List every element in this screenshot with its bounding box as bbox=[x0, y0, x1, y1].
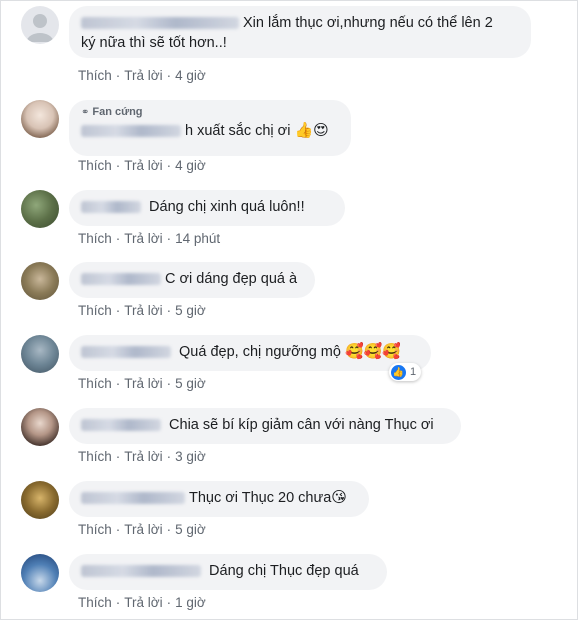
comment-time[interactable]: 4 giờ bbox=[175, 158, 206, 173]
avatar[interactable] bbox=[21, 100, 59, 138]
author-name-blurred[interactable] bbox=[81, 565, 201, 578]
comment-bubble: C ơi dáng đẹp quá à bbox=[69, 262, 315, 298]
comment-text: Quá đẹp, chị ngưỡng mộ bbox=[179, 344, 341, 360]
like-link[interactable]: Thích bbox=[78, 231, 112, 246]
comment-actions: Thích · Trả lời · 14 phút bbox=[78, 231, 221, 246]
like-link[interactable]: Thích bbox=[78, 303, 112, 318]
comment-time[interactable]: 3 giờ bbox=[175, 449, 206, 464]
thumbs-up-icon: 👍 bbox=[391, 364, 406, 380]
comment-bubble: Xin lắm thục ơi,nhưng nếu có thể lên 2 k… bbox=[69, 6, 531, 58]
comment-actions: Thích · Trả lời · 4 giờ bbox=[78, 68, 206, 83]
like-link[interactable]: Thích bbox=[78, 449, 112, 464]
comment-time[interactable]: 4 giờ bbox=[175, 68, 206, 83]
comment-text: C ơi dáng đẹp quá à bbox=[165, 271, 298, 287]
avatar[interactable] bbox=[21, 190, 59, 228]
comment-text: ký nữa thì sẽ tốt hơn..! bbox=[81, 35, 227, 51]
comment-actions: Thích · Trả lời · 5 giờ bbox=[78, 303, 206, 318]
author-name-blurred[interactable] bbox=[81, 346, 171, 359]
comment-bubble: Thục ơi Thục 20 chưa😘 bbox=[69, 481, 369, 517]
like-link[interactable]: Thích bbox=[78, 595, 112, 610]
reply-link[interactable]: Trả lời bbox=[124, 303, 162, 318]
emoji: 😘 bbox=[331, 489, 347, 506]
avatar[interactable] bbox=[21, 408, 59, 446]
author-name-blurred[interactable] bbox=[81, 17, 239, 30]
comment-text: Xin lắm thục ơi,nhưng nếu có thể lên 2 bbox=[243, 15, 493, 31]
avatar[interactable] bbox=[21, 262, 59, 300]
comment-bubble: Chia sẽ bí kíp giảm cân với nàng Thục ơi bbox=[69, 408, 461, 444]
avatar[interactable] bbox=[21, 481, 59, 519]
reply-link[interactable]: Trả lời bbox=[124, 158, 162, 173]
comment-time[interactable]: 14 phút bbox=[175, 231, 220, 246]
comment-bubble: Dáng chị xinh quá luôn!! bbox=[69, 190, 345, 226]
comment-text: Thục ơi Thục 20 chưa bbox=[189, 490, 332, 506]
comment-time[interactable]: 5 giờ bbox=[175, 303, 206, 318]
comment-actions: Thích · Trả lời · 5 giờ bbox=[78, 522, 206, 537]
comment-bubble: Dáng chị Thục đẹp quá bbox=[69, 554, 387, 590]
comment-actions: Thích · Trả lời · 3 giờ bbox=[78, 449, 206, 464]
comments-panel: Xin lắm thục ơi,nhưng nếu có thể lên 2 k… bbox=[0, 0, 578, 620]
like-link[interactable]: Thích bbox=[78, 376, 112, 391]
comment-actions: Thích · Trả lời · 5 giờ bbox=[78, 376, 206, 391]
comment-bubble: ⚭ Fan cứng h xuất sắc chị ơi 👍😍 bbox=[69, 100, 351, 156]
comment-actions: Thích · Trả lời · 4 giờ bbox=[78, 158, 206, 173]
comment-text: h xuất sắc chị ơi bbox=[185, 123, 291, 139]
author-name-blurred[interactable] bbox=[81, 492, 185, 505]
emoji: 🥰🥰🥰 bbox=[344, 343, 401, 360]
like-link[interactable]: Thích bbox=[78, 158, 112, 173]
comment-time[interactable]: 5 giờ bbox=[175, 376, 206, 391]
top-fan-badge: ⚭ Fan cứng bbox=[81, 106, 143, 118]
avatar[interactable] bbox=[21, 335, 59, 373]
reaction-count-badge[interactable]: 👍 1 bbox=[389, 363, 422, 381]
like-link[interactable]: Thích bbox=[78, 522, 112, 537]
author-name-blurred[interactable] bbox=[81, 201, 141, 214]
comment-text: Chia sẽ bí kíp giảm cân với nàng Thục ơi bbox=[169, 417, 434, 433]
fan-badge-icon: ⚭ bbox=[81, 107, 90, 118]
comment-time[interactable]: 5 giờ bbox=[175, 522, 206, 537]
comment-actions: Thích · Trả lời · 1 giờ bbox=[78, 595, 206, 610]
comment-text: Dáng chị xinh quá luôn!! bbox=[149, 199, 305, 215]
reply-link[interactable]: Trả lời bbox=[124, 231, 162, 246]
author-name-blurred[interactable] bbox=[81, 273, 161, 286]
comment-time[interactable]: 1 giờ bbox=[175, 595, 206, 610]
reply-link[interactable]: Trả lời bbox=[124, 449, 162, 464]
reply-link[interactable]: Trả lời bbox=[124, 595, 162, 610]
like-link[interactable]: Thích bbox=[78, 68, 112, 83]
comment-text: Dáng chị Thục đẹp quá bbox=[209, 563, 359, 579]
avatar[interactable] bbox=[21, 6, 59, 44]
reply-link[interactable]: Trả lời bbox=[124, 376, 162, 391]
emoji: 👍😍 bbox=[294, 122, 329, 139]
author-name-blurred[interactable] bbox=[81, 125, 181, 138]
reply-link[interactable]: Trả lời bbox=[124, 68, 162, 83]
reply-link[interactable]: Trả lời bbox=[124, 522, 162, 537]
comment-bubble: Quá đẹp, chị ngưỡng mộ 🥰🥰🥰 bbox=[69, 335, 431, 371]
author-name-blurred[interactable] bbox=[81, 419, 161, 432]
avatar[interactable] bbox=[21, 554, 59, 592]
